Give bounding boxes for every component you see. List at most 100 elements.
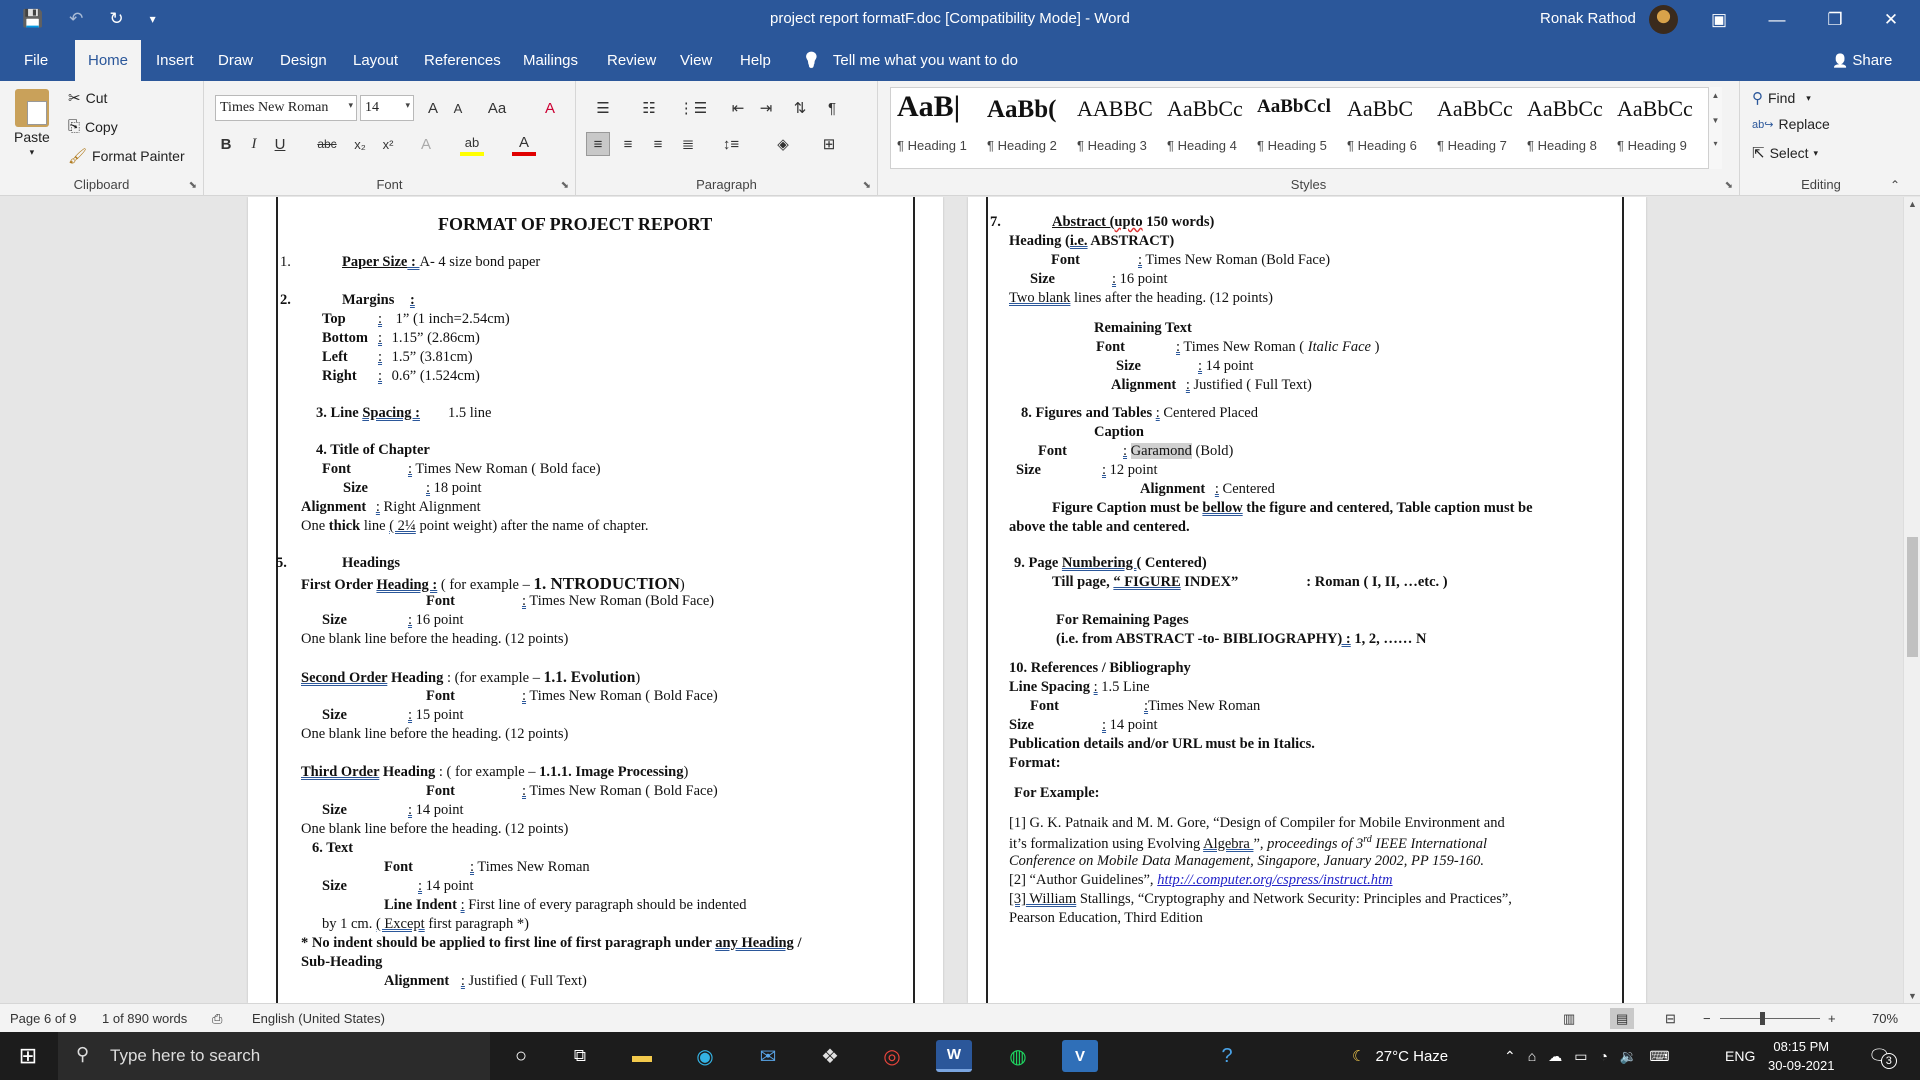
proofing-icon[interactable]: ⎙ — [212, 1011, 222, 1027]
dialog-launcher-icon[interactable]: ⬊ — [561, 180, 569, 191]
user-name[interactable]: Ronak Rathod — [1540, 10, 1636, 27]
strikethrough-button[interactable]: abc — [310, 132, 344, 156]
style-heading-5[interactable]: AaBbCcl ¶ Heading 5 — [1253, 88, 1343, 168]
subscript-button[interactable]: x₂ — [348, 132, 372, 156]
shrink-font-button[interactable]: A — [446, 96, 470, 120]
notification-center[interactable]: 🗨 3 — [1868, 1032, 1897, 1080]
style-heading-2[interactable]: AaBb(¶ Heading 2 — [983, 88, 1073, 168]
find-button[interactable]: ⚲ Find ▾ — [1752, 89, 1811, 107]
align-center-button[interactable]: ≡ — [616, 132, 640, 156]
tab-help[interactable]: Help — [736, 40, 775, 81]
customize-qat-icon[interactable]: ▾ — [150, 12, 156, 26]
chevron-up-icon[interactable]: ▲ — [1709, 91, 1722, 100]
dialog-launcher-icon[interactable]: ⬊ — [1725, 180, 1733, 191]
dropbox-icon[interactable]: ❖ — [812, 1040, 848, 1072]
reference-link[interactable]: http://.computer.org/cspress/instruct.ht… — [1157, 872, 1392, 888]
edge-icon[interactable]: ◉ — [687, 1040, 723, 1072]
dialog-launcher-icon[interactable]: ⬊ — [863, 180, 871, 191]
minimize-button[interactable]: — — [1748, 0, 1806, 40]
change-case-button[interactable]: Aa — [479, 96, 515, 120]
undo-icon[interactable]: ↶ — [69, 9, 83, 29]
copy-button[interactable]: ⎘ Copy — [68, 118, 118, 135]
onedrive-icon[interactable]: ☁ — [1548, 1048, 1562, 1065]
paste-button[interactable]: Paste ▾ — [14, 89, 50, 158]
visio-icon[interactable]: V — [1062, 1040, 1098, 1072]
style-heading-6[interactable]: AaBbC ¶ Heading 6 — [1343, 88, 1433, 168]
tab-view[interactable]: View — [676, 40, 716, 81]
replace-button[interactable]: ab↪ Replace — [1752, 116, 1830, 132]
text-effects-button[interactable]: A — [414, 132, 438, 156]
avatar[interactable] — [1649, 5, 1678, 34]
font-name-box[interactable]: Times New Roman ▾ — [215, 95, 357, 121]
tab-references[interactable]: References — [420, 40, 505, 81]
style-heading-3[interactable]: AABBC ¶ Heading 3 — [1073, 88, 1163, 168]
web-layout-icon[interactable]: ⊟ — [1665, 1011, 1676, 1027]
font-size-box[interactable]: 14 ▾ — [360, 95, 414, 121]
style-heading-1[interactable]: AaB| ¶ Heading 1 — [893, 88, 983, 168]
align-right-button[interactable]: ≡ — [646, 132, 670, 156]
cut-button[interactable]: ✂ Cut — [68, 89, 107, 107]
clear-formatting-button[interactable]: A — [538, 96, 562, 120]
tab-mailings[interactable]: Mailings — [519, 40, 582, 81]
bullets-button[interactable]: ☰ — [586, 96, 620, 120]
keyboard-icon[interactable]: ⌨ — [1649, 1048, 1669, 1065]
style-heading-4[interactable]: AaBbCc ¶ Heading 4 — [1163, 88, 1253, 168]
language[interactable]: English (United States) — [252, 1011, 385, 1026]
dialog-launcher-icon[interactable]: ⬊ — [189, 180, 197, 191]
read-mode-icon[interactable]: ▥ — [1563, 1011, 1575, 1027]
battery-icon[interactable]: ▭ — [1574, 1048, 1587, 1065]
print-layout-icon[interactable]: ▤ — [1610, 1008, 1635, 1029]
scroll-down-icon[interactable]: ▼ — [1904, 991, 1920, 1001]
zoom-level[interactable]: 70% — [1872, 1011, 1898, 1026]
meet-now-icon[interactable]: ⌂ — [1528, 1048, 1536, 1064]
ribbon-display-options-icon[interactable]: ▣ — [1690, 0, 1748, 40]
tab-draw[interactable]: Draw — [214, 40, 257, 81]
page-left[interactable]: FORMAT OF PROJECT REPORT 1. Paper Size :… — [248, 197, 943, 1003]
tab-home[interactable]: Home — [75, 40, 142, 81]
share-button[interactable]: 👤 Share — [1832, 40, 1892, 81]
chevron-down-icon[interactable]: ▼ — [1709, 116, 1722, 125]
scroll-up-icon[interactable]: ▲ — [1904, 199, 1920, 209]
zoom-slider[interactable] — [1720, 1018, 1820, 1019]
numbering-button[interactable]: ☷ — [632, 96, 666, 120]
spotify-icon[interactable]: ◍ — [1000, 1040, 1036, 1072]
multilevel-list-button[interactable]: ⋮☰ — [676, 96, 710, 120]
restore-button[interactable]: ❐ — [1806, 0, 1864, 40]
superscript-button[interactable]: x² — [376, 132, 400, 156]
highlight-button[interactable]: ab — [460, 132, 484, 156]
tell-me-search[interactable]: 💡 Tell me what you want to do — [802, 40, 1018, 81]
tab-layout[interactable]: Layout — [349, 40, 402, 81]
select-button[interactable]: ⇱ Select ▾ — [1752, 144, 1818, 162]
cortana-icon[interactable]: ○ — [503, 1040, 539, 1072]
shading-button[interactable]: ◈ — [766, 132, 800, 156]
show-hide-button[interactable]: ¶ — [820, 96, 844, 120]
justify-button[interactable]: ≣ — [676, 132, 700, 156]
more-styles-icon[interactable]: ▾ — [1709, 139, 1722, 148]
clock[interactable]: 08:15 PM 30-09-2021 — [1768, 1032, 1835, 1080]
help-icon[interactable]: ? — [1209, 1040, 1245, 1072]
volume-icon[interactable]: 🔉 — [1620, 1048, 1637, 1065]
mail-icon[interactable]: ✉ — [750, 1040, 786, 1072]
collapse-ribbon-icon[interactable]: ⌃ — [1890, 178, 1900, 192]
scrollbar-thumb[interactable] — [1907, 537, 1918, 657]
italic-button[interactable]: I — [242, 132, 266, 156]
underline-button[interactable]: U — [268, 132, 292, 156]
bold-button[interactable]: B — [214, 132, 238, 156]
style-heading-8[interactable]: AaBbCc ¶ Heading 8 — [1523, 88, 1613, 168]
tab-review[interactable]: Review — [603, 40, 660, 81]
windows-start-icon[interactable]: ⊞ — [10, 1040, 46, 1072]
redo-icon[interactable]: ↻ — [109, 9, 123, 29]
font-color-button[interactable]: A — [512, 132, 536, 156]
save-icon[interactable]: 💾 — [22, 9, 43, 29]
decrease-indent-button[interactable]: ⇤ — [726, 96, 750, 120]
sort-button[interactable]: ⇅ — [788, 96, 812, 120]
page-count[interactable]: Page 6 of 9 — [10, 1011, 77, 1026]
grow-font-button[interactable]: A — [421, 96, 445, 120]
chrome-icon[interactable]: ◎ — [874, 1040, 910, 1072]
task-view-icon[interactable]: ⧉ — [562, 1040, 598, 1072]
zoom-in-icon[interactable]: + — [1828, 1011, 1836, 1026]
style-heading-7[interactable]: AaBbCc ¶ Heading 7 — [1433, 88, 1523, 168]
style-heading-9[interactable]: AaBbCc ¶ Heading 9 — [1613, 88, 1703, 168]
align-left-button[interactable]: ≡ — [586, 132, 610, 156]
zoom-slider-thumb[interactable] — [1760, 1012, 1765, 1025]
